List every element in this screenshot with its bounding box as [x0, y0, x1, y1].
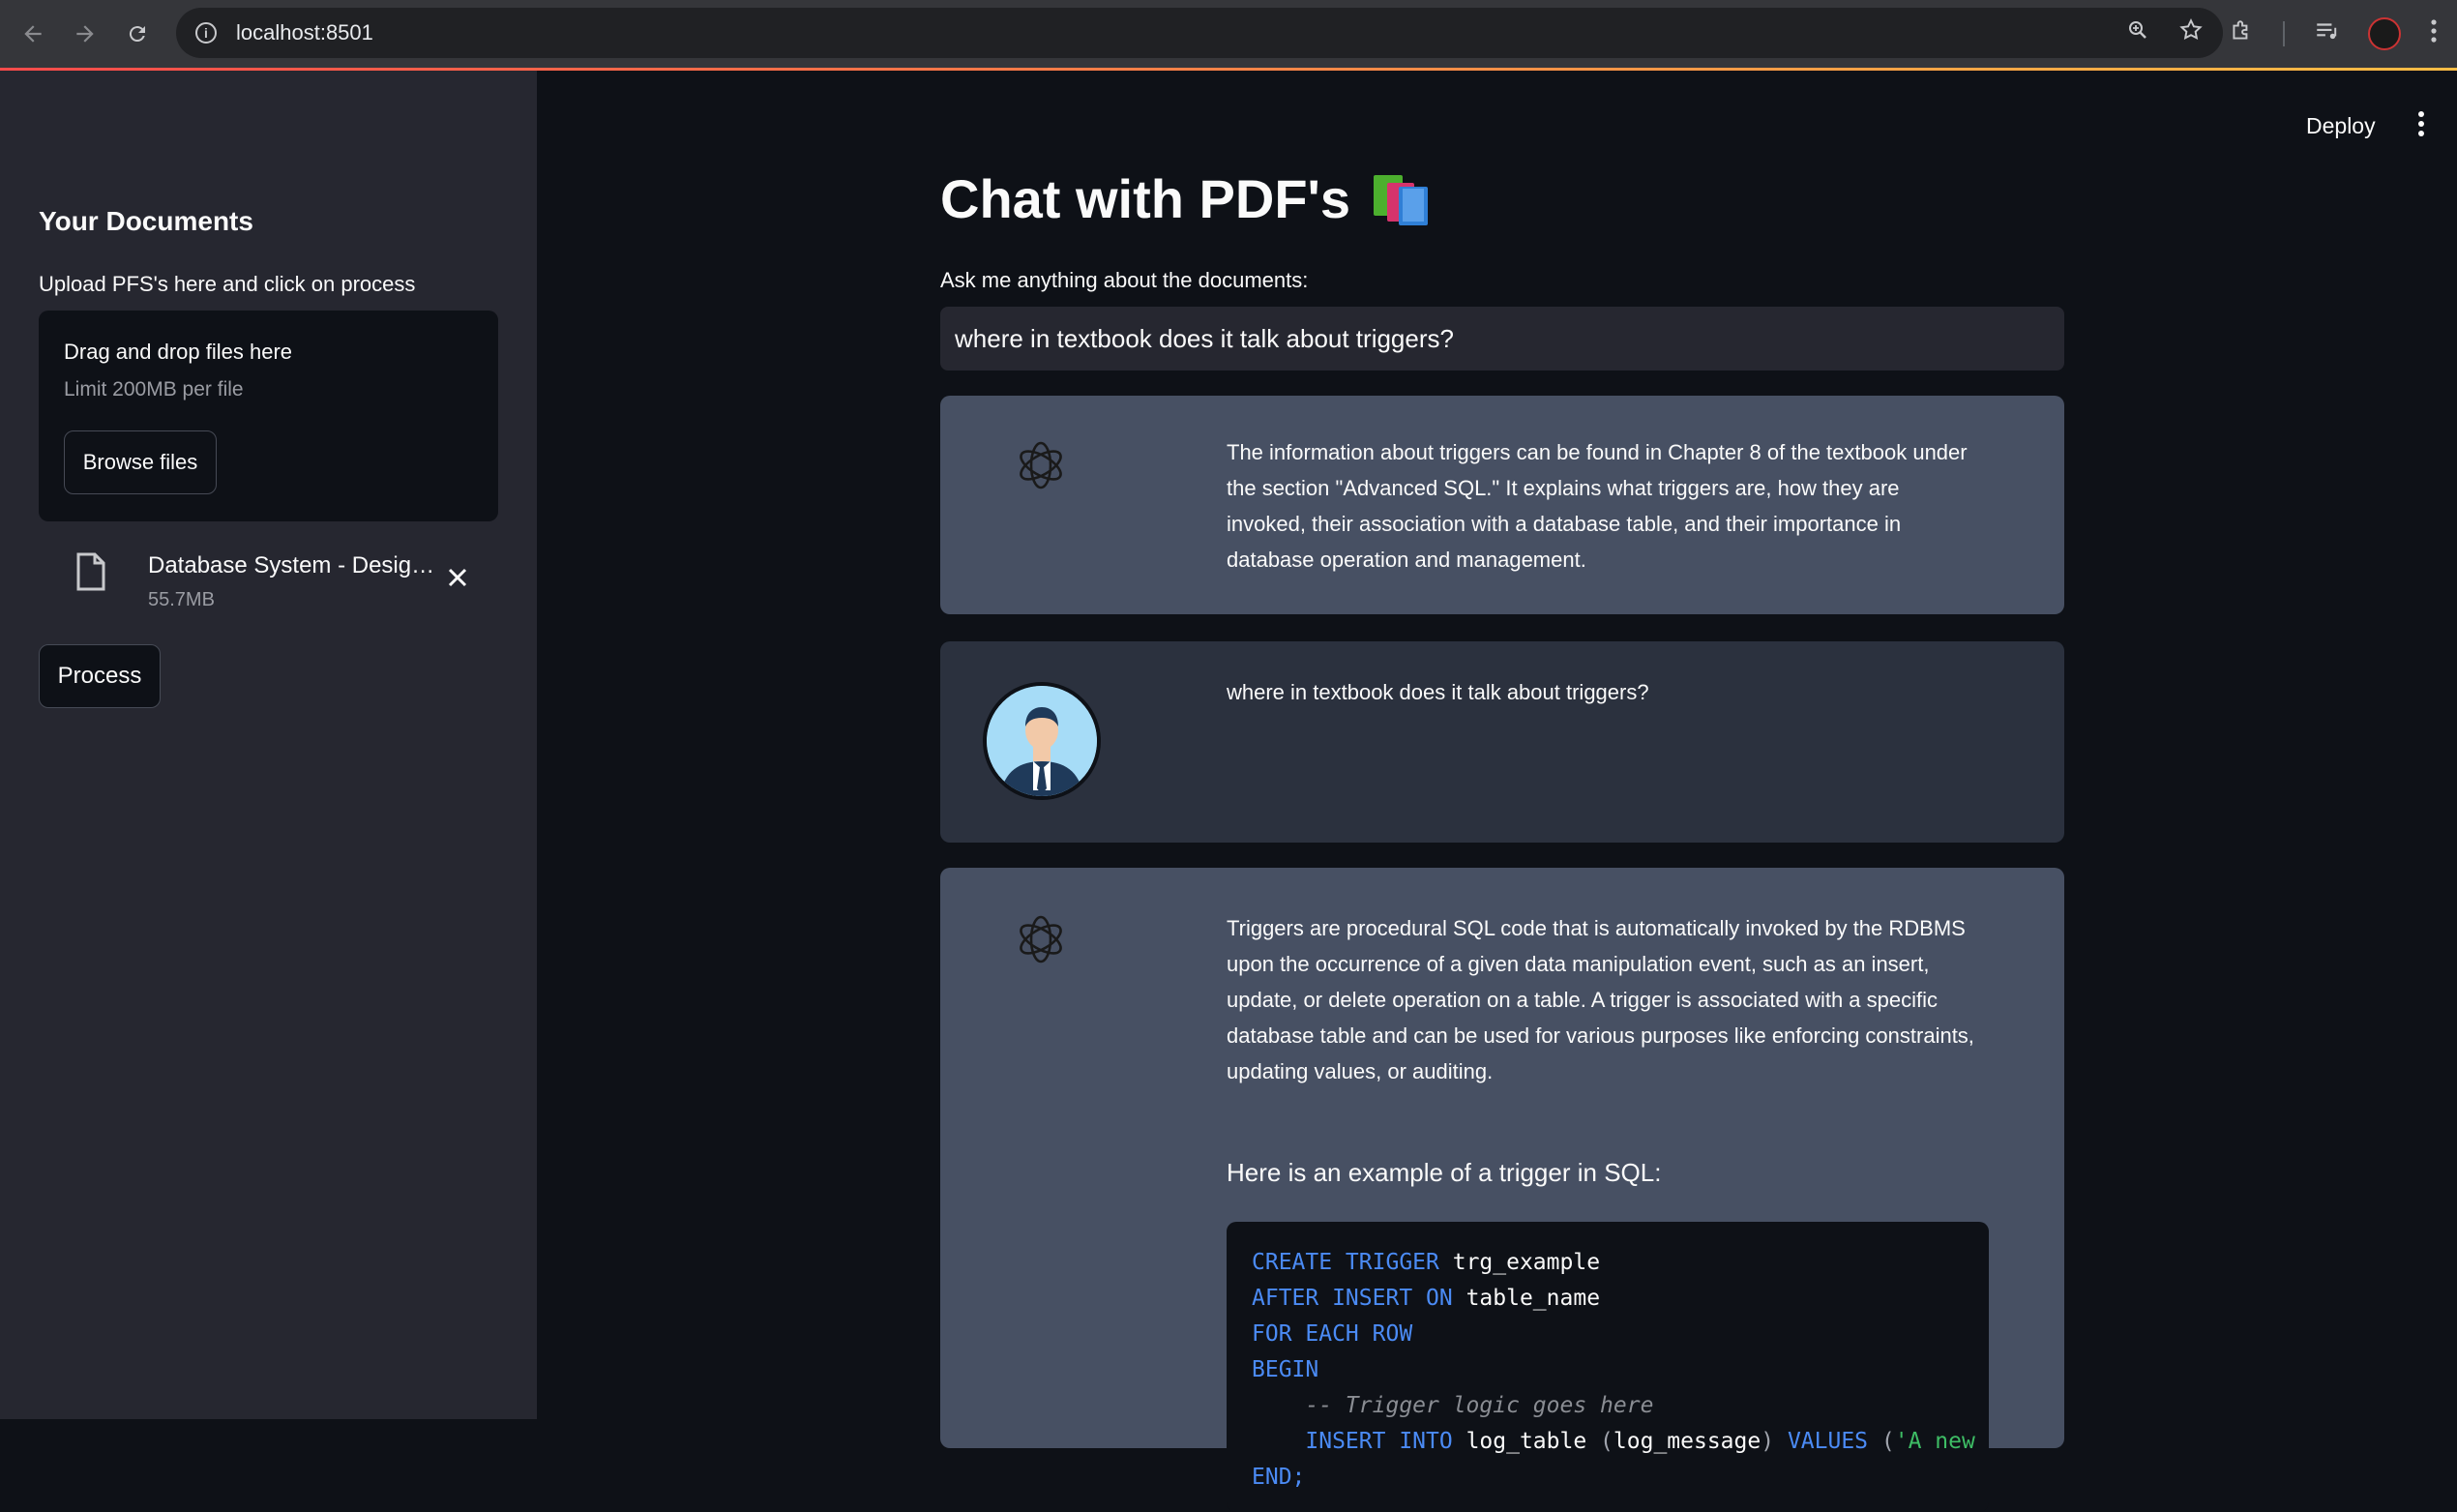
main-content: Deploy Chat with PDF's Ask me anything a…: [537, 71, 2457, 1512]
chrome-menu-icon[interactable]: [2430, 18, 2438, 50]
close-icon[interactable]: [447, 567, 468, 588]
bot-message: The information about triggers can be fo…: [940, 396, 2064, 614]
media-control-icon[interactable]: [2314, 18, 2339, 50]
books-icon: [1374, 174, 1428, 225]
file-dropzone[interactable]: Drag and drop files here Limit 200MB per…: [39, 311, 498, 521]
browser-toolbar: i localhost:8501: [0, 0, 2457, 68]
example-heading: Here is an example of a trigger in SQL:: [1227, 1158, 1662, 1187]
code-line-6: INSERT INTO log_table (log_message) VALU…: [1252, 1429, 1975, 1454]
code-line-2: AFTER INSERT ON table_name: [1252, 1286, 1601, 1311]
user-avatar: [983, 682, 1101, 800]
process-button[interactable]: Process: [39, 644, 161, 708]
extensions-icon[interactable]: [2229, 18, 2254, 50]
sql-code-block[interactable]: CREATE TRIGGER trg_example AFTER INSERT O…: [1227, 1222, 1989, 1512]
remove-file-button[interactable]: [440, 560, 475, 595]
file-name: Database System - Desig…: [148, 552, 435, 578]
openai-logo-icon: [1020, 441, 1062, 489]
browse-files-button[interactable]: Browse files: [64, 430, 217, 494]
bot-message-text: Triggers are procedural SQL code that is…: [1227, 916, 1974, 1083]
toolbar-divider: [2283, 21, 2285, 46]
sidebar-title: Your Documents: [39, 206, 253, 236]
profile-avatar[interactable]: [2368, 17, 2401, 50]
user-message-text: where in textbook does it talk about tri…: [1227, 680, 1649, 704]
deploy-button[interactable]: Deploy: [2306, 113, 2376, 139]
page-title-text: Chat with PDF's: [940, 168, 1350, 229]
sidebar: Your Documents Upload PFS's here and cli…: [0, 71, 537, 1419]
question-input[interactable]: [940, 307, 2064, 371]
address-bar[interactable]: i localhost:8501: [176, 8, 2223, 58]
bot-message-text: The information about triggers can be fo…: [1227, 440, 1968, 572]
back-arrow-icon[interactable]: [14, 15, 52, 53]
bookmark-star-icon[interactable]: [2178, 17, 2204, 49]
app-menu-icon[interactable]: [2412, 109, 2431, 138]
bot-message: Triggers are procedural SQL code that is…: [940, 868, 2064, 1512]
url-text[interactable]: localhost:8501: [236, 20, 373, 45]
reload-icon[interactable]: [118, 15, 157, 53]
code-line-7: END;: [1252, 1465, 1306, 1490]
zoom-icon[interactable]: [2126, 18, 2149, 48]
user-message: where in textbook does it talk about tri…: [940, 641, 2064, 843]
forward-arrow-icon[interactable]: [66, 15, 104, 53]
page-title: Chat with PDF's: [940, 167, 1432, 230]
openai-logo-icon: [1020, 915, 1062, 964]
code-line-5: -- Trigger logic goes here: [1252, 1393, 1654, 1418]
code-line-3: FOR EACH ROW: [1252, 1321, 1413, 1347]
dropzone-title: Drag and drop files here: [64, 340, 293, 364]
code-line-4: BEGIN: [1252, 1357, 1319, 1382]
file-icon: [76, 552, 105, 591]
question-label: Ask me anything about the documents:: [940, 268, 1309, 292]
code-line-1: CREATE TRIGGER trg_example: [1252, 1250, 1601, 1275]
site-info-icon[interactable]: i: [195, 22, 217, 44]
upload-label: Upload PFS's here and click on process: [39, 272, 416, 296]
uploaded-file: Database System - Desig… 55.7MB: [39, 533, 498, 620]
dropzone-limit: Limit 200MB per file: [64, 378, 244, 400]
file-size: 55.7MB: [148, 589, 215, 610]
